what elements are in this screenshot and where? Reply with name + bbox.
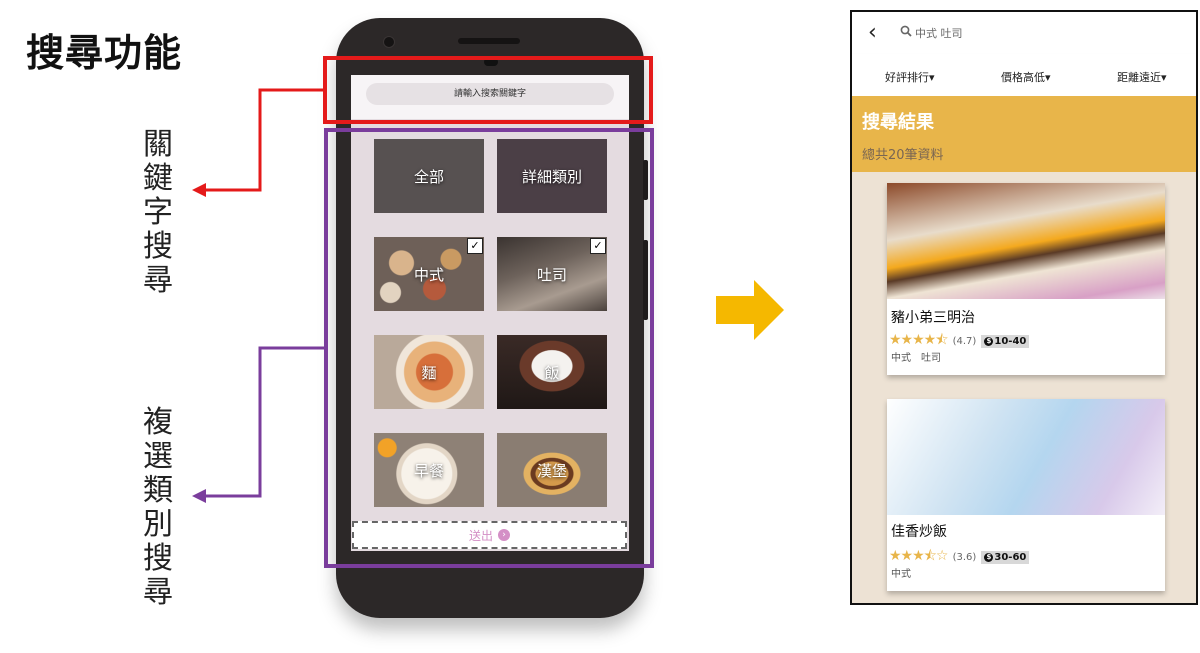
keyword-connector bbox=[204, 88, 323, 192]
price-range: 30-60 bbox=[994, 552, 1027, 563]
keyword-search-highlight bbox=[323, 56, 653, 124]
restaurant-tags: 中式 bbox=[891, 569, 911, 580]
category-connector bbox=[204, 346, 324, 498]
dollar-icon: $ bbox=[984, 337, 994, 346]
restaurant-tags: 中式 吐司 bbox=[891, 353, 941, 364]
restaurant-name: 豬小弟三明治 bbox=[891, 310, 975, 326]
keyword-search-label: 關鍵字搜尋 bbox=[143, 127, 173, 298]
camera-icon bbox=[383, 36, 395, 48]
sort-by-price[interactable]: 價格高低▾ bbox=[1001, 69, 1051, 85]
price-badge: $30-60 bbox=[981, 551, 1030, 564]
dollar-icon: $ bbox=[984, 553, 994, 562]
sort-bar: 好評排行▾ 價格高低▾ 距離遠近▾ bbox=[852, 54, 1196, 96]
sort-by-rating[interactable]: 好評排行▾ bbox=[885, 69, 935, 85]
results-header-band: 搜尋結果 總共20筆資料 bbox=[852, 96, 1196, 172]
search-results-screen: ‹ 中式 吐司 好評排行▾ 價格高低▾ 距離遠近▾ 搜尋結果 總共20筆資料 豬… bbox=[850, 10, 1198, 605]
price-range: 10-40 bbox=[994, 336, 1027, 347]
sort-by-distance[interactable]: 距離遠近▾ bbox=[1117, 69, 1167, 85]
search-icon bbox=[900, 25, 912, 37]
search-query-text[interactable]: 中式 吐司 bbox=[915, 25, 963, 41]
keyword-arrowhead bbox=[192, 183, 206, 197]
star-rating-icon: ★★★★⯪ bbox=[889, 332, 948, 348]
category-arrowhead bbox=[192, 489, 206, 503]
results-count: 總共20筆資料 bbox=[862, 148, 944, 163]
category-search-label: 複選類別搜尋 bbox=[143, 405, 173, 610]
rating-value: (3.6) bbox=[952, 552, 977, 563]
results-title: 搜尋結果 bbox=[862, 112, 934, 133]
annotation-connectors bbox=[192, 88, 324, 503]
rating-value: (4.7) bbox=[952, 336, 977, 347]
restaurant-name: 佳香炒飯 bbox=[891, 524, 947, 540]
result-card[interactable]: 豬小弟三明治 ★★★★⯪ (4.7) $10-40 中式 吐司 bbox=[887, 183, 1165, 375]
price-badge: $10-40 bbox=[981, 335, 1030, 348]
restaurant-photo bbox=[887, 183, 1165, 299]
results-top-bar: ‹ 中式 吐司 bbox=[852, 12, 1196, 55]
page-title: 搜尋功能 bbox=[26, 31, 183, 75]
back-arrow-icon[interactable]: ‹ bbox=[868, 20, 877, 45]
speaker-grille bbox=[458, 38, 520, 44]
category-search-highlight bbox=[324, 128, 654, 568]
result-card[interactable]: 佳香炒飯 ★★★⯪☆ (3.6) $30-60 中式 bbox=[887, 399, 1165, 591]
restaurant-photo bbox=[887, 399, 1165, 515]
transition-arrow-icon bbox=[716, 280, 784, 340]
star-rating-icon: ★★★⯪☆ bbox=[889, 548, 948, 564]
